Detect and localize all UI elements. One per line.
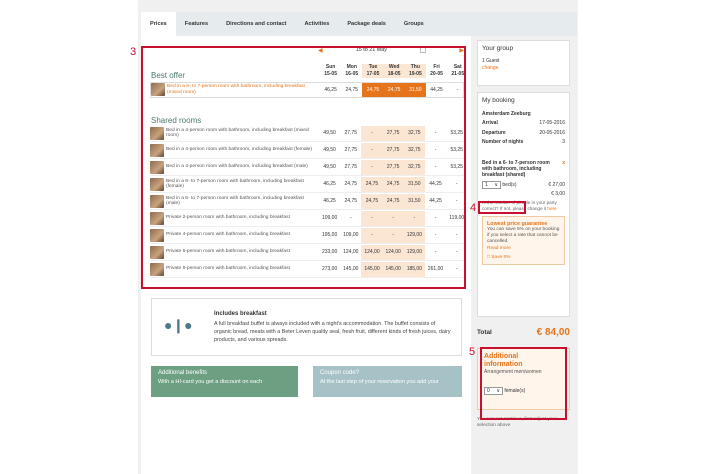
annotation-box-5 bbox=[480, 347, 567, 420]
total-value: € 84,00 bbox=[536, 327, 570, 338]
benefits-text: With a HI-card you get a discount on eac… bbox=[158, 379, 263, 385]
your-group-box: Your group 1 Guest change bbox=[477, 40, 570, 86]
tab-directions[interactable]: Directions and contact bbox=[217, 12, 295, 36]
coupon-banner[interactable]: Coupon code? At the last step of your re… bbox=[313, 366, 462, 397]
booking-departure: Departure 20-05-2016 bbox=[482, 129, 565, 136]
lpg-save-checkbox[interactable]: □ Save 5% bbox=[487, 255, 560, 260]
includes-breakfast-panel: ●❙● Includes breakfast A full breakfast … bbox=[151, 298, 462, 356]
tab-prices[interactable]: Prices bbox=[141, 12, 176, 36]
booking-room-name: Bed in a 6- to 7-person room with bathro… bbox=[482, 159, 550, 178]
remove-room-icon[interactable]: x bbox=[562, 160, 565, 178]
booking-qty-row: 1 bed(s) € 27,00 bbox=[482, 180, 565, 189]
tab-features[interactable]: Features bbox=[176, 12, 217, 36]
annotation-label-3: 3 bbox=[130, 46, 137, 58]
includes-text: A full breakfast buffet is always includ… bbox=[214, 321, 451, 343]
booking-arrival: Arrival 17-05-2016 bbox=[482, 120, 565, 127]
your-group-title: Your group bbox=[482, 45, 514, 52]
booking-nights: Number of nights 3 bbox=[482, 139, 565, 146]
booking-note-link[interactable]: here bbox=[547, 206, 556, 211]
annotation-box-4 bbox=[478, 201, 526, 214]
lpg-read-more[interactable]: Read more bbox=[487, 246, 560, 251]
coupon-text: At the last step of your reservation you… bbox=[320, 379, 439, 385]
group-guests: 1 Guest bbox=[482, 58, 500, 64]
booking-price-2: € 3,00 bbox=[551, 190, 565, 197]
beds-label: bed(s) bbox=[502, 181, 517, 188]
cutlery-icon: ●❙● bbox=[164, 317, 193, 333]
lowest-price-guarantee: Lowest price guarantee You can save 5% o… bbox=[482, 215, 565, 265]
tab-package-deals[interactable]: Package deals bbox=[338, 12, 395, 36]
annotation-box-3 bbox=[141, 46, 466, 289]
tab-bar: Prices Features Directions and contact A… bbox=[141, 12, 577, 36]
booking-room: Bed in a 6- to 7-person room with bathro… bbox=[482, 160, 565, 178]
beds-select[interactable]: 1 bbox=[482, 180, 501, 189]
tab-groups[interactable]: Groups bbox=[395, 12, 433, 36]
tab-activities[interactable]: Activities bbox=[295, 12, 338, 36]
annotation-label-4: 4 bbox=[470, 202, 477, 214]
additional-benefits-banner[interactable]: Additional benefits With a HI-card you g… bbox=[151, 366, 298, 397]
benefits-title: Additional benefits bbox=[158, 370, 208, 376]
booking-hostel: Amsterdam Zeeburg bbox=[482, 111, 531, 117]
coupon-title: Coupon code? bbox=[320, 370, 360, 376]
group-change-link[interactable]: change bbox=[482, 65, 565, 71]
annotation-label-5: 5 bbox=[469, 346, 476, 358]
lpg-text: You can save 5% on your booking if you s… bbox=[487, 226, 560, 245]
includes-title: Includes breakfast bbox=[214, 311, 267, 317]
total-label: Total bbox=[477, 329, 492, 336]
my-booking-title: My booking bbox=[482, 97, 515, 104]
booking-price-1: € 27,00 bbox=[548, 181, 565, 188]
total-row: Total € 84,00 bbox=[477, 323, 570, 342]
